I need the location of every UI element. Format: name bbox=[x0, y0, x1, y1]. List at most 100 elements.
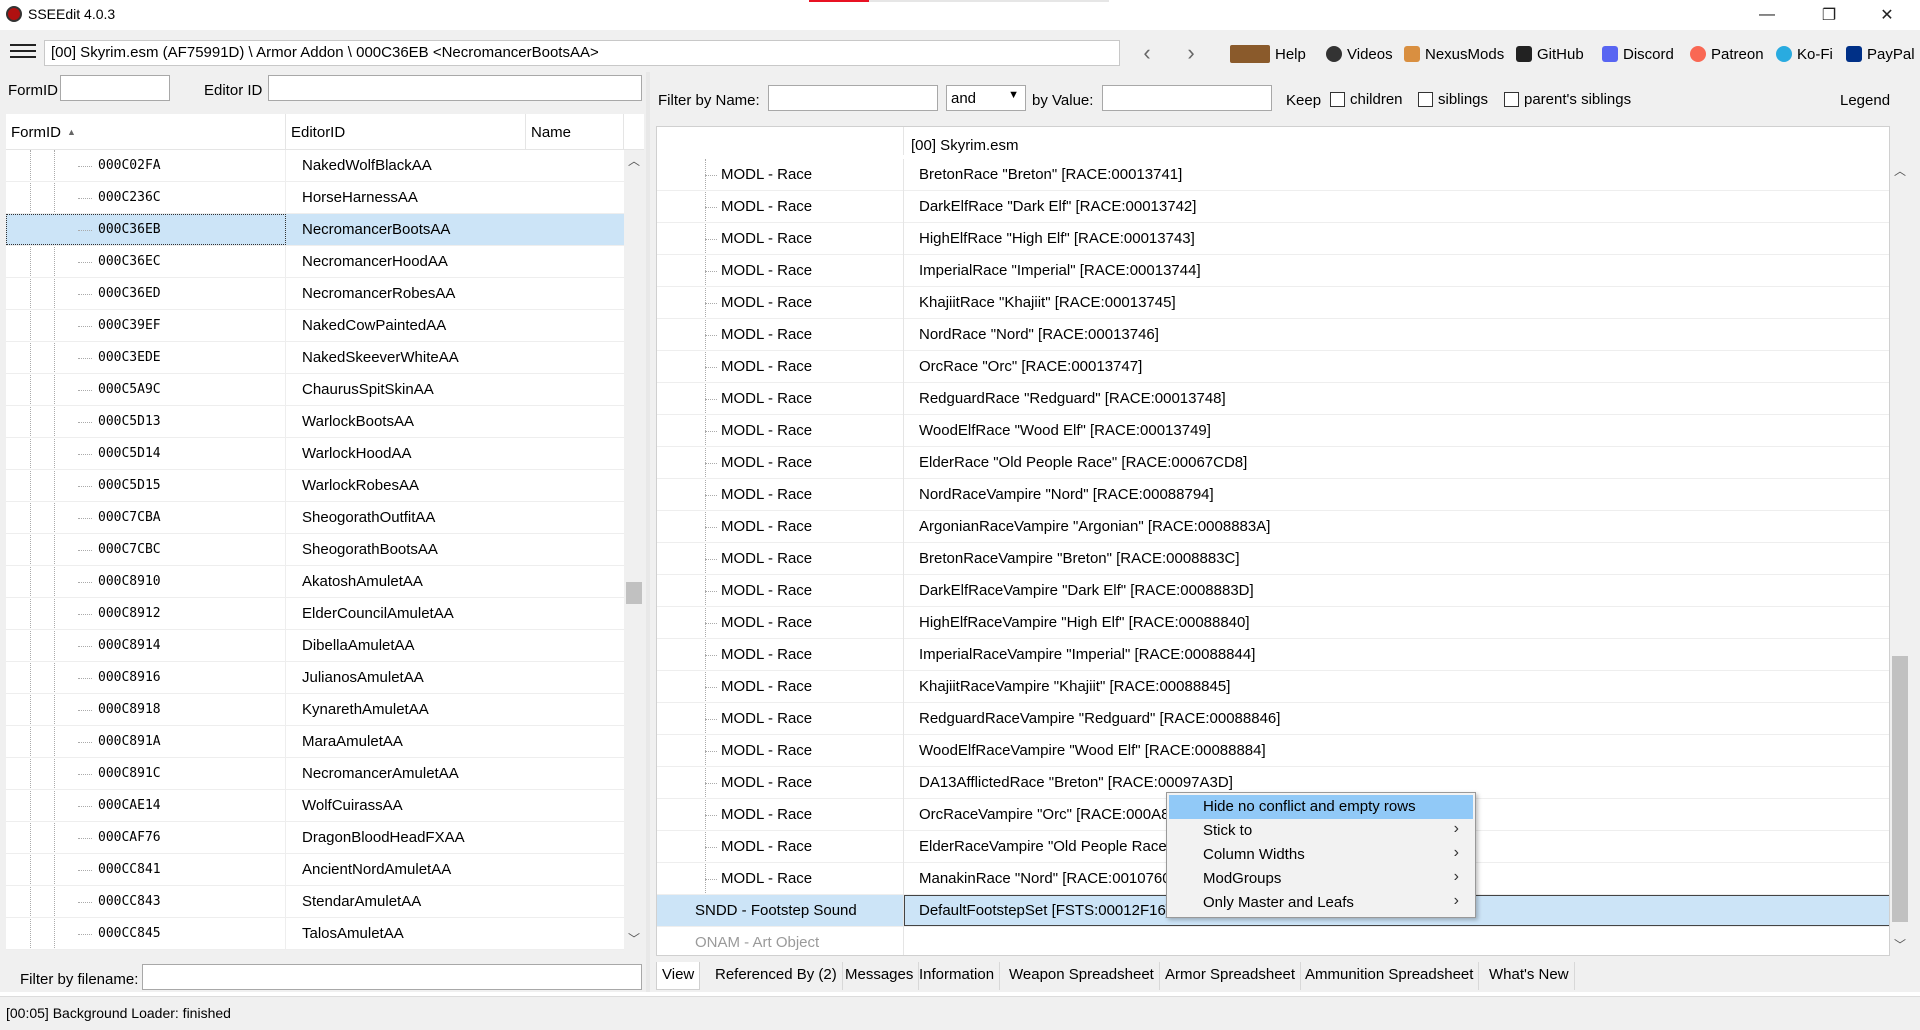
record-row[interactable]: MODL - Race WoodElfRace "Wood Elf" [RACE:… bbox=[657, 415, 1889, 447]
tree-branch-line bbox=[705, 815, 717, 816]
record-row[interactable]: MODL - Race KhajiitRaceVampire "Khajiit" … bbox=[657, 671, 1889, 703]
column-editorid[interactable]: EditorID bbox=[286, 114, 526, 150]
tree-row[interactable]: 000C891A MaraAmuletAA bbox=[6, 726, 624, 758]
siblings-checkbox[interactable] bbox=[1418, 90, 1433, 107]
tab-ammunition-spreadsheet[interactable]: Ammunition Spreadsheet bbox=[1300, 962, 1480, 990]
tree-row[interactable]: 000CC843 StendarAmuletAA bbox=[6, 886, 624, 918]
help-link[interactable]: Help bbox=[1230, 42, 1306, 66]
tab-referenced-by-2[interactable]: Referenced By (2) bbox=[710, 962, 843, 990]
scroll-thumb[interactable] bbox=[1892, 656, 1908, 922]
tree-row[interactable]: 000C236C HorseHarnessAA bbox=[6, 182, 624, 214]
record-row[interactable]: MODL - Race WoodElfRaceVampire "Wood Elf"… bbox=[657, 735, 1889, 767]
context-item-stick-to[interactable]: Stick to › bbox=[1169, 819, 1473, 843]
parents-siblings-checkbox[interactable] bbox=[1504, 90, 1519, 107]
paypal-link[interactable]: PayPal bbox=[1846, 42, 1915, 66]
tree-row[interactable]: 000C5D14 WarlockHoodAA bbox=[6, 438, 624, 470]
record-row[interactable]: MODL - Race RedguardRace "Redguard" [RACE… bbox=[657, 383, 1889, 415]
tab-weapon-spreadsheet[interactable]: Weapon Spreadsheet bbox=[1004, 962, 1160, 990]
record-row[interactable]: MODL - Race BretonRaceVampire "Breton" [R… bbox=[657, 543, 1889, 575]
patreon-link[interactable]: Patreon bbox=[1690, 42, 1764, 66]
tree-row[interactable]: 000C3EDE NakedSkeeverWhiteAA bbox=[6, 342, 624, 374]
minimize-button[interactable]: — bbox=[1740, 0, 1794, 30]
tab-what-s-new[interactable]: What's New bbox=[1484, 962, 1575, 990]
tab-view[interactable]: View bbox=[656, 962, 701, 990]
record-row[interactable]: MODL - Race HighElfRace "High Elf" [RACE:… bbox=[657, 223, 1889, 255]
record-row[interactable]: MODL - Race NordRace "Nord" [RACE:0001374… bbox=[657, 319, 1889, 351]
record-row[interactable]: MODL - Race HighElfRaceVampire "High Elf"… bbox=[657, 607, 1889, 639]
forward-arrow-icon[interactable]: › bbox=[1178, 40, 1204, 66]
tree-row[interactable]: 000CAE14 WolfCuirassAA bbox=[6, 790, 624, 822]
right-scrollbar[interactable]: ︿ ﹀ bbox=[1890, 126, 1910, 956]
and-select[interactable]: and ▼ bbox=[946, 85, 1026, 111]
github-link[interactable]: GitHub bbox=[1516, 42, 1584, 66]
maximize-button[interactable]: ❐ bbox=[1802, 0, 1856, 30]
tree-row[interactable]: 000C36EC NecromancerHoodAA bbox=[6, 246, 624, 278]
tree-row[interactable]: 000C891C NecromancerAmuletAA bbox=[6, 758, 624, 790]
tree-row[interactable]: 000C8910 AkatoshAmuletAA bbox=[6, 566, 624, 598]
column-divider bbox=[903, 479, 904, 511]
scroll-up-icon[interactable]: ︿ bbox=[1894, 162, 1906, 179]
context-item-only-master-and-leafs[interactable]: Only Master and Leafs › bbox=[1169, 891, 1473, 915]
tree-row[interactable]: 000CC841 AncientNordAmuletAA bbox=[6, 854, 624, 886]
editorid-input[interactable] bbox=[268, 75, 642, 101]
tree-row[interactable]: 000C5A9C ChaurusSpitSkinAA bbox=[6, 374, 624, 406]
tree-row[interactable]: 000C5D13 WarlockBootsAA bbox=[6, 406, 624, 438]
tree-row[interactable]: 000C02FA NakedWolfBlackAA bbox=[6, 150, 624, 182]
tree-row[interactable]: 000CAF76 DragonBloodHeadFXAA bbox=[6, 822, 624, 854]
tree-row[interactable]: 000C8918 KynarethAmuletAA bbox=[6, 694, 624, 726]
record-path[interactable]: [00] Skyrim.esm (AF75991D) \ Armor Addon… bbox=[44, 40, 1120, 66]
tree-branch-line bbox=[705, 783, 717, 784]
tree-row[interactable]: 000C8916 JulianosAmuletAA bbox=[6, 662, 624, 694]
discord-link[interactable]: Discord bbox=[1602, 42, 1674, 66]
context-item-modgroups[interactable]: ModGroups › bbox=[1169, 867, 1473, 891]
nexusmods-link[interactable]: NexusMods bbox=[1404, 42, 1504, 66]
filter-value-input[interactable] bbox=[1102, 85, 1272, 111]
legend-button[interactable]: Legend bbox=[1840, 92, 1890, 109]
children-checkbox[interactable] bbox=[1330, 90, 1345, 107]
formid-input[interactable] bbox=[60, 75, 170, 101]
tree-row[interactable]: 000C7CBA SheogorathOutfitAA bbox=[6, 502, 624, 534]
record-row[interactable]: MODL - Race RedguardRaceVampire "Redguard… bbox=[657, 703, 1889, 735]
record-row[interactable]: MODL - Race ArgonianRaceVampire "Argonian… bbox=[657, 511, 1889, 543]
tree-row[interactable]: 000C8912 ElderCouncilAmuletAA bbox=[6, 598, 624, 630]
column-formid[interactable]: FormID ▲ bbox=[6, 114, 286, 150]
tree-row[interactable]: 000C5D15 WarlockRobesAA bbox=[6, 470, 624, 502]
tree-row[interactable]: 000C36ED NecromancerRobesAA bbox=[6, 278, 624, 310]
close-button[interactable]: ✕ bbox=[1860, 0, 1914, 30]
hamburger-menu-icon[interactable] bbox=[10, 44, 36, 60]
filter-name-input[interactable] bbox=[768, 85, 938, 111]
record-row[interactable]: MODL - Race ElderRace "Old People Race" [… bbox=[657, 447, 1889, 479]
record-row[interactable]: MODL - Race DarkElfRace "Dark Elf" [RACE:… bbox=[657, 191, 1889, 223]
scroll-down-icon[interactable]: ﹀ bbox=[1894, 936, 1906, 953]
kofi-link[interactable]: Ko-Fi bbox=[1776, 42, 1833, 66]
videos-link[interactable]: Videos bbox=[1326, 42, 1393, 66]
record-row[interactable]: MODL - Race ImperialRace "Imperial" [RACE… bbox=[657, 255, 1889, 287]
record-row[interactable]: MODL - Race ImperialRaceVampire "Imperial… bbox=[657, 639, 1889, 671]
scroll-up-icon[interactable]: ︿ bbox=[628, 152, 640, 169]
scroll-thumb[interactable] bbox=[626, 582, 642, 604]
scroll-down-icon[interactable]: ﹀ bbox=[628, 930, 640, 947]
tree-row[interactable]: 000CC845 TalosAmuletAA bbox=[6, 918, 624, 950]
filter-filename-input[interactable] bbox=[142, 964, 642, 990]
tab-messages[interactable]: Messages bbox=[840, 962, 920, 990]
tab-information[interactable]: Information bbox=[914, 962, 1001, 990]
record-row[interactable]: MODL - Race KhajiitRace "Khajiit" [RACE:0… bbox=[657, 287, 1889, 319]
editorid-text: WolfCuirassAA bbox=[302, 797, 403, 814]
tree-row[interactable]: 000C7CBC SheogorathBootsAA bbox=[6, 534, 624, 566]
editorid-text: KynarethAmuletAA bbox=[302, 701, 429, 718]
context-item-column-widths[interactable]: Column Widths › bbox=[1169, 843, 1473, 867]
tree-row[interactable]: 000C36EB NecromancerBootsAA bbox=[6, 214, 624, 246]
left-scrollbar[interactable]: ︿ ﹀ bbox=[624, 150, 644, 950]
record-row[interactable]: MODL - Race OrcRace "Orc" [RACE:00013747] bbox=[657, 351, 1889, 383]
column-divider bbox=[903, 831, 904, 863]
record-row[interactable]: ONAM - Art Object bbox=[657, 927, 1889, 955]
tree-row[interactable]: 000C8914 DibellaAmuletAA bbox=[6, 630, 624, 662]
record-row[interactable]: MODL - Race NordRaceVampire "Nord" [RACE:… bbox=[657, 479, 1889, 511]
column-name[interactable]: Name bbox=[526, 114, 624, 150]
record-row[interactable]: MODL - Race DarkElfRaceVampire "Dark Elf"… bbox=[657, 575, 1889, 607]
tab-armor-spreadsheet[interactable]: Armor Spreadsheet bbox=[1160, 962, 1302, 990]
tree-row[interactable]: 000C39EF NakedCowPaintedAA bbox=[6, 310, 624, 342]
context-item-hide-no-conflict-and-empty-rows[interactable]: Hide no conflict and empty rows bbox=[1169, 795, 1473, 819]
back-arrow-icon[interactable]: ‹ bbox=[1134, 40, 1160, 66]
record-row[interactable]: MODL - Race BretonRace "Breton" [RACE:000… bbox=[657, 159, 1889, 191]
